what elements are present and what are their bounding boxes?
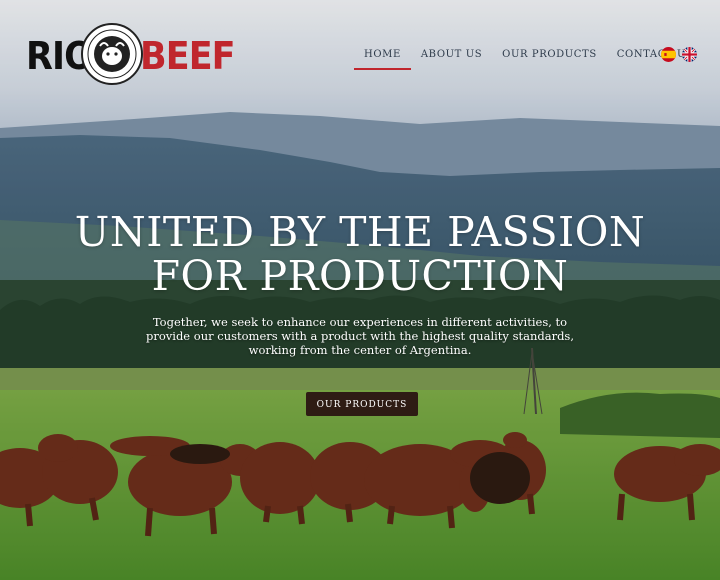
cow-emblem-icon (81, 23, 143, 85)
main-nav: HOME ABOUT US OUR PRODUCTS CONTACT US (354, 48, 704, 70)
language-switcher (661, 47, 697, 62)
uk-flag-icon[interactable] (682, 47, 697, 62)
site-header: RIO BEEF HOME ABOUT US OUR PRODUCTS CONT… (0, 0, 720, 110)
nav-item-our-products[interactable]: OUR PRODUCTS (492, 48, 607, 70)
hero-subtitle: Together, we seek to enhance our experie… (145, 315, 574, 357)
nav-item-home[interactable]: HOME (354, 48, 411, 70)
our-products-button[interactable]: OUR PRODUCTS (306, 392, 418, 416)
hero-title: UNITED BY THE PASSION FOR PRODUCTION (0, 210, 720, 298)
logo-beef-text: BEEF (140, 34, 236, 78)
spain-flag-icon[interactable] (661, 47, 676, 62)
nav-item-about-us[interactable]: ABOUT US (411, 48, 492, 70)
hero-title-line-2: FOR PRODUCTION (151, 252, 569, 300)
rio-beef-logo[interactable]: RIO BEEF (26, 22, 236, 88)
hero-title-line-1: UNITED BY THE PASSION (74, 208, 646, 256)
